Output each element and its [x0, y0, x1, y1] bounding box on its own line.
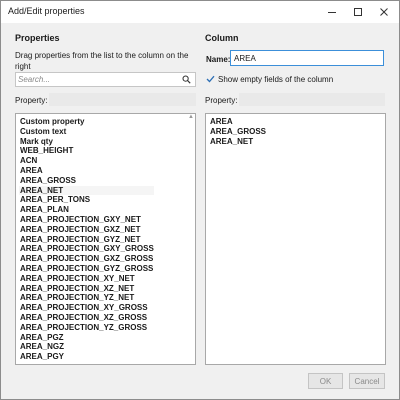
right-property-label: Property:	[205, 96, 238, 105]
list-item[interactable]: AREA_GROSS	[209, 127, 266, 137]
search-box[interactable]	[15, 72, 196, 87]
show-empty-fields-label: Show empty fields of the column	[218, 74, 334, 84]
list-item[interactable]: AREA_PGY	[19, 352, 154, 362]
drag-hint-text: Drag properties from the list to the col…	[15, 51, 189, 71]
list-item[interactable]: AREA_PGZ	[19, 333, 154, 343]
list-item[interactable]: AREA_PROJECTION_XY_NET	[19, 274, 154, 284]
list-item[interactable]: AREA_NGZ	[19, 342, 154, 352]
scroll-up-icon[interactable]: ▲	[188, 114, 194, 120]
name-label: Name:	[206, 55, 231, 64]
list-item[interactable]: AREA_PROJECTION_XZ_NET	[19, 284, 154, 294]
close-button[interactable]	[373, 1, 395, 23]
list-item[interactable]: AREA_PROJECTION_GXY_NET	[19, 215, 154, 225]
left-property-label: Property:	[15, 96, 48, 105]
list-item[interactable]: AREA_PROJECTION_GYZ_NET	[19, 235, 154, 245]
window-title: Add/Edit properties	[8, 6, 85, 16]
search-icon[interactable]	[182, 75, 191, 86]
list-item[interactable]: AREA_PROJECTION_YZ_GROSS	[19, 323, 154, 333]
list-item[interactable]: AREA_NET	[19, 185, 154, 196]
list-item[interactable]: AREA_NET	[209, 137, 266, 147]
minimize-button[interactable]	[321, 1, 343, 23]
maximize-icon	[354, 8, 362, 16]
list-item[interactable]: AREA_PER_TONS	[19, 195, 154, 205]
list-item[interactable]: Mark qty	[19, 137, 154, 147]
column-heading: Column	[205, 33, 239, 43]
list-item[interactable]: AREA_PROJECTION_XZ_GROSS	[19, 313, 154, 323]
list-item[interactable]: AREA_PROJECTION_GXY_GROSS	[19, 244, 154, 254]
cancel-button[interactable]: Cancel	[349, 373, 385, 389]
properties-list-items: Custom property Custom text Mark qty WEB_HE…	[19, 117, 154, 362]
search-input[interactable]	[18, 74, 178, 85]
column-properties-list[interactable]: AREA AREA_GROSS AREA_NET	[205, 113, 386, 365]
show-empty-fields-checkbox[interactable]: Show empty fields of the column	[205, 74, 333, 84]
list-item[interactable]: WEB_HEIGHT	[19, 146, 154, 156]
name-input[interactable]	[230, 50, 384, 66]
column-properties-list-items: AREA AREA_GROSS AREA_NET	[209, 117, 266, 146]
list-item[interactable]: AREA_PROJECTION_GXZ_NET	[19, 225, 154, 235]
title-bar: Add/Edit properties	[1, 1, 399, 23]
properties-heading: Properties	[15, 33, 60, 43]
list-item[interactable]: AREA_PROJECTION_GYZ_GROSS	[19, 264, 154, 274]
checkmark-icon[interactable]	[205, 74, 215, 84]
close-icon	[380, 8, 388, 16]
ok-button[interactable]: OK	[308, 373, 343, 389]
right-property-field	[239, 93, 385, 106]
minimize-icon	[328, 12, 336, 13]
add-edit-properties-dialog: Add/Edit properties Properties Drag prop…	[0, 0, 400, 400]
list-item[interactable]: Custom text	[19, 127, 154, 137]
maximize-button[interactable]	[347, 1, 369, 23]
list-item[interactable]: AREA_PLAN	[19, 205, 154, 215]
properties-list[interactable]: Custom property Custom text Mark qty WEB_HE…	[15, 113, 196, 365]
list-item[interactable]: Custom property	[19, 117, 154, 127]
list-item[interactable]: AREA	[19, 166, 154, 176]
list-item[interactable]: AREA_GROSS	[19, 176, 154, 186]
list-item[interactable]: AREA	[209, 117, 266, 127]
left-property-field	[49, 93, 196, 106]
list-item[interactable]: AREA_PROJECTION_XY_GROSS	[19, 303, 154, 313]
list-item[interactable]: AREA_PROJECTION_GXZ_GROSS	[19, 254, 154, 264]
list-item[interactable]: ACN	[19, 156, 154, 166]
list-item[interactable]: AREA_PROJECTION_YZ_NET	[19, 293, 154, 303]
